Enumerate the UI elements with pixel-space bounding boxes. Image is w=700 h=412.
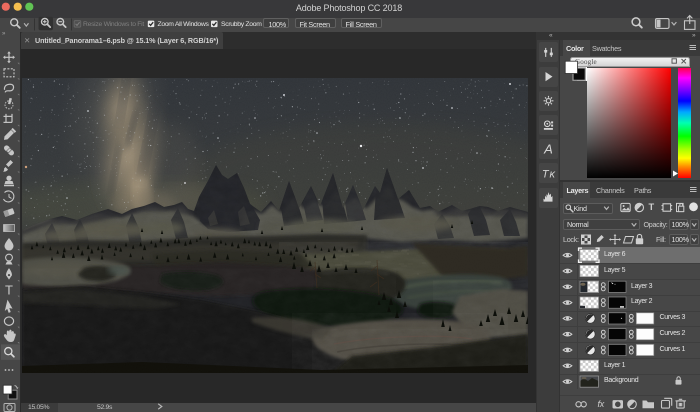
- svg-text:T: T: [5, 283, 13, 298]
- svg-text:A: A: [543, 142, 553, 157]
- svg-text:T ĸ: T ĸ: [542, 168, 556, 180]
